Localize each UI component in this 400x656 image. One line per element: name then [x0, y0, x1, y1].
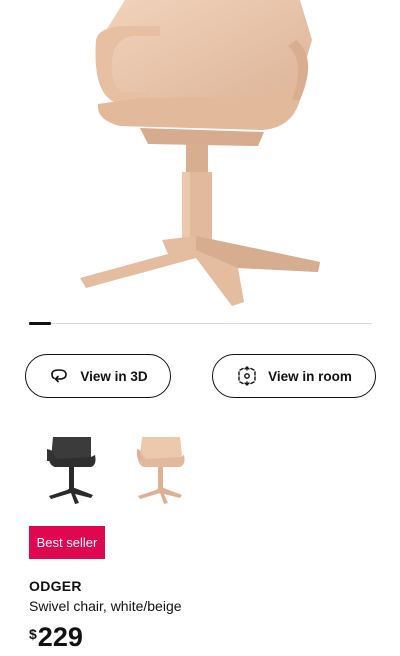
- chair-illustration: [80, 0, 320, 306]
- black-chair-image: [47, 437, 96, 504]
- product-name[interactable]: ODGER: [29, 578, 82, 594]
- view-in-3d-button[interactable]: View in 3D: [25, 354, 171, 398]
- carousel-indicator: [29, 322, 51, 325]
- rotate-icon: [48, 365, 70, 387]
- view-in-room-button[interactable]: View in room: [212, 354, 376, 398]
- variant-beige-thumbnail[interactable]: [124, 427, 200, 511]
- product-image[interactable]: [0, 0, 400, 312]
- price-amount: 229: [37, 622, 83, 652]
- ar-icon: [236, 365, 258, 387]
- beige-chair-image: [136, 437, 185, 504]
- product-description: Swivel chair, white/beige: [29, 598, 182, 614]
- view-in-3d-label: View in 3D: [80, 368, 148, 384]
- view-in-room-label: View in room: [268, 368, 352, 384]
- variant-black-thumbnail[interactable]: [35, 427, 111, 511]
- product-price: $ 229: [29, 620, 83, 654]
- price-currency: $: [29, 626, 37, 642]
- best-seller-badge: Best seller: [29, 526, 105, 559]
- carousel-track[interactable]: [29, 323, 372, 324]
